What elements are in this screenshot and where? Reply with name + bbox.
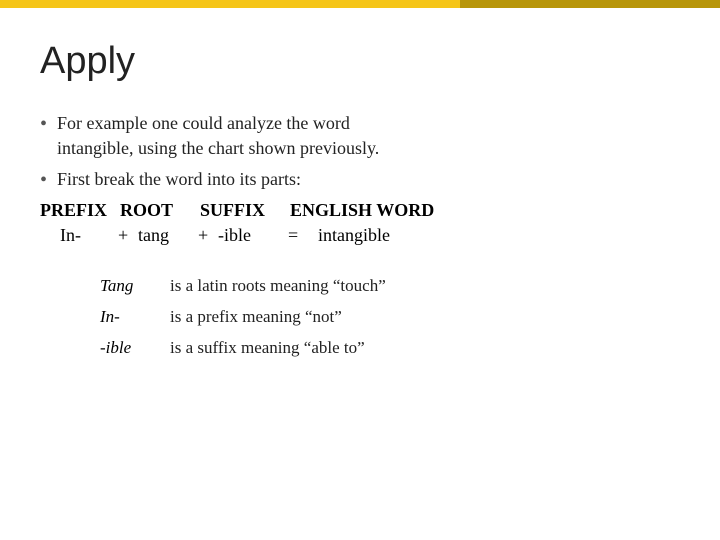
bullet-dot-1: • <box>40 111 47 138</box>
def-term-ible: -ible <box>100 336 170 361</box>
bullet-text-1: For example one could analyze the word i… <box>57 111 379 161</box>
bullet-item-2: • First break the word into its parts: <box>40 167 680 194</box>
bullet-section: • For example one could analyze the word… <box>40 111 680 246</box>
definitions-section: Tang is a latin roots meaning “touch” In… <box>100 274 680 360</box>
bullet-item-1: • For example one could analyze the word… <box>40 111 680 161</box>
page-content: Apply • For example one could analyze th… <box>40 40 680 520</box>
definition-row-ible: -ible is a suffix meaning “able to” <box>100 336 680 361</box>
eq-suffix: -ible <box>218 225 288 246</box>
word-parts-header: PREFIX ROOT SUFFIX ENGLISH WORD <box>40 200 680 221</box>
col-prefix-header: PREFIX <box>40 200 120 221</box>
page-title: Apply <box>40 40 680 83</box>
eq-plus1: + <box>118 225 138 246</box>
bullet-dot-2: • <box>40 167 47 194</box>
bullet-text-2: First break the word into its parts: <box>57 167 301 192</box>
eq-prefix: In- <box>60 225 118 246</box>
def-term-tang: Tang <box>100 274 170 299</box>
definition-row-in: In- is a prefix meaning “not” <box>100 305 680 330</box>
top-gold-bar <box>460 0 720 8</box>
col-root-header: ROOT <box>120 200 200 221</box>
def-desc-ible: is a suffix meaning “able to” <box>170 336 365 361</box>
eq-equals: = <box>288 225 318 246</box>
eq-plus2: + <box>198 225 218 246</box>
definition-row-tang: Tang is a latin roots meaning “touch” <box>100 274 680 299</box>
eq-root: tang <box>138 225 198 246</box>
def-term-in: In- <box>100 305 170 330</box>
eq-result: intangible <box>318 225 390 246</box>
col-suffix-header: SUFFIX <box>200 200 290 221</box>
col-english-header: ENGLISH WORD <box>290 200 470 221</box>
word-parts-equation: In- + tang + -ible = intangible <box>60 225 680 246</box>
def-desc-in: is a prefix meaning “not” <box>170 305 342 330</box>
top-yellow-bar <box>0 0 460 8</box>
def-desc-tang: is a latin roots meaning “touch” <box>170 274 386 299</box>
